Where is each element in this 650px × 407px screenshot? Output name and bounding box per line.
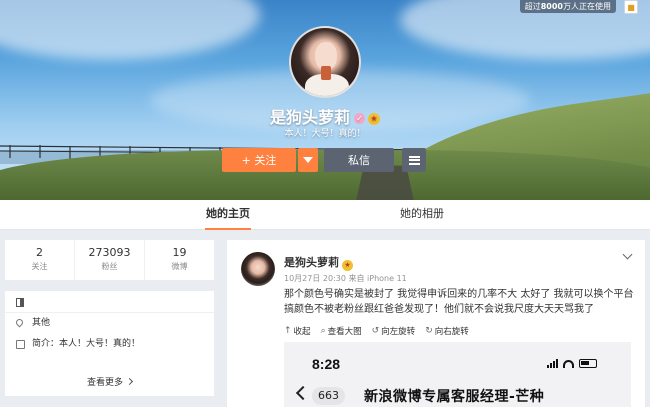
profile-name: 是狗头萝莉	[269, 108, 350, 127]
phone-status-bar	[547, 359, 597, 368]
stat-value: 2	[36, 246, 43, 259]
post-options-chevron-icon[interactable]	[622, 249, 633, 260]
post-text: 那个颜色号确实是被封了 我觉得申诉回来的几率不大 太好了 我就可以换个平台搞颜色…	[284, 289, 634, 315]
location-icon	[14, 317, 25, 328]
flag-icon	[16, 298, 24, 307]
profile-cover: 超过8000万人正在使用 ■ 是狗头萝莉 ✓ ★ 本人！大号！真的！ + 关注 私信	[0, 0, 650, 200]
view-more-link[interactable]: 查看更多	[5, 375, 214, 388]
zoom-icon: ⌕	[320, 326, 326, 336]
info-intro: 简介：本人！大号！真的！	[5, 334, 214, 355]
stat-label: 微博	[171, 262, 188, 271]
profile-name-row: 是狗头萝莉 ✓ ★	[0, 104, 650, 128]
signal-icon	[547, 359, 558, 368]
stat-value: 273093	[88, 246, 131, 259]
wifi-icon	[563, 359, 574, 368]
menu-icon	[408, 155, 420, 165]
profile-avatar[interactable]	[289, 26, 361, 98]
usage-badge: 超过8000万人正在使用	[519, 0, 616, 13]
follow-dropdown-button[interactable]	[298, 148, 318, 172]
level-badge-icon: ★	[342, 260, 353, 271]
tab-album[interactable]: 她的相册	[395, 200, 449, 230]
rotate-left-button[interactable]: ↺ 向左旋转	[372, 325, 416, 337]
post-image-screenshot[interactable]: 8:28 663 新浪微博专属客服经理-芒种	[284, 342, 631, 407]
rotate-left-icon: ↺	[371, 326, 380, 336]
chat-title: 新浪微博专属客服经理-芒种	[364, 389, 545, 405]
stat-label: 粉丝	[101, 262, 118, 271]
image-toolbar: ↑ 收起 ⌕ 查看大图 ↺ 向左旋转 ↻ 向右旋转	[284, 323, 469, 339]
stat-following[interactable]: 2 关注	[5, 240, 75, 280]
post-card: 是狗头萝莉 ★ 10月27日 20:30 来自 iPhone 11 那个颜色号确实…	[227, 240, 645, 407]
stat-label: 关注	[31, 262, 48, 271]
collapse-icon: ↑	[284, 326, 292, 336]
view-more-label: 查看更多	[86, 378, 123, 388]
avatar-cup	[321, 66, 331, 80]
stat-value: 19	[172, 246, 187, 259]
info-header	[5, 291, 214, 313]
more-menu-button[interactable]	[402, 148, 426, 172]
stats-card: 2 关注 273093 粉丝 19 微博	[5, 240, 214, 280]
unread-count: 663	[312, 387, 345, 405]
stat-posts[interactable]: 19 微博	[145, 240, 214, 280]
battery-icon	[579, 359, 597, 368]
profile-bio: 本人！大号！真的！	[284, 129, 366, 139]
edit-icon	[16, 340, 25, 349]
palette-icon[interactable]: ■	[624, 0, 638, 14]
post-author-row: 是狗头萝莉 ★	[284, 254, 353, 271]
profile-tabs: 她的主页 她的相册	[0, 200, 650, 230]
view-large-button[interactable]: ⌕ 查看大图	[321, 325, 362, 337]
stat-followers[interactable]: 273093 粉丝	[75, 240, 145, 280]
chevron-down-icon	[303, 157, 313, 163]
rotate-right-icon: ↻	[425, 326, 433, 336]
intro-text: 简介：本人！大号！真的！	[32, 339, 141, 349]
rotate-right-button[interactable]: ↻ 向右旋转	[425, 325, 469, 337]
info-card: 其他 简介：本人！大号！真的！ 查看更多	[5, 291, 214, 396]
phone-time: 8:28	[312, 356, 341, 372]
post-author-avatar[interactable]	[241, 252, 275, 286]
location-text: 其他	[32, 318, 51, 328]
verified-icon: ✓	[354, 113, 365, 124]
chevron-right-icon	[125, 377, 134, 386]
follow-button[interactable]: + 关注	[222, 148, 296, 172]
post-meta: 10月27日 20:30 来自 iPhone 11	[284, 274, 407, 283]
tab-home[interactable]: 她的主页	[205, 200, 251, 230]
back-arrow-icon	[295, 385, 311, 401]
collapse-button[interactable]: ↑ 收起	[284, 325, 311, 337]
level-badge-icon: ★	[368, 112, 380, 125]
cloud	[0, 0, 260, 60]
info-location: 其他	[5, 313, 214, 334]
post-author-name[interactable]: 是狗头萝莉	[284, 256, 339, 269]
message-button[interactable]: 私信	[324, 148, 394, 172]
